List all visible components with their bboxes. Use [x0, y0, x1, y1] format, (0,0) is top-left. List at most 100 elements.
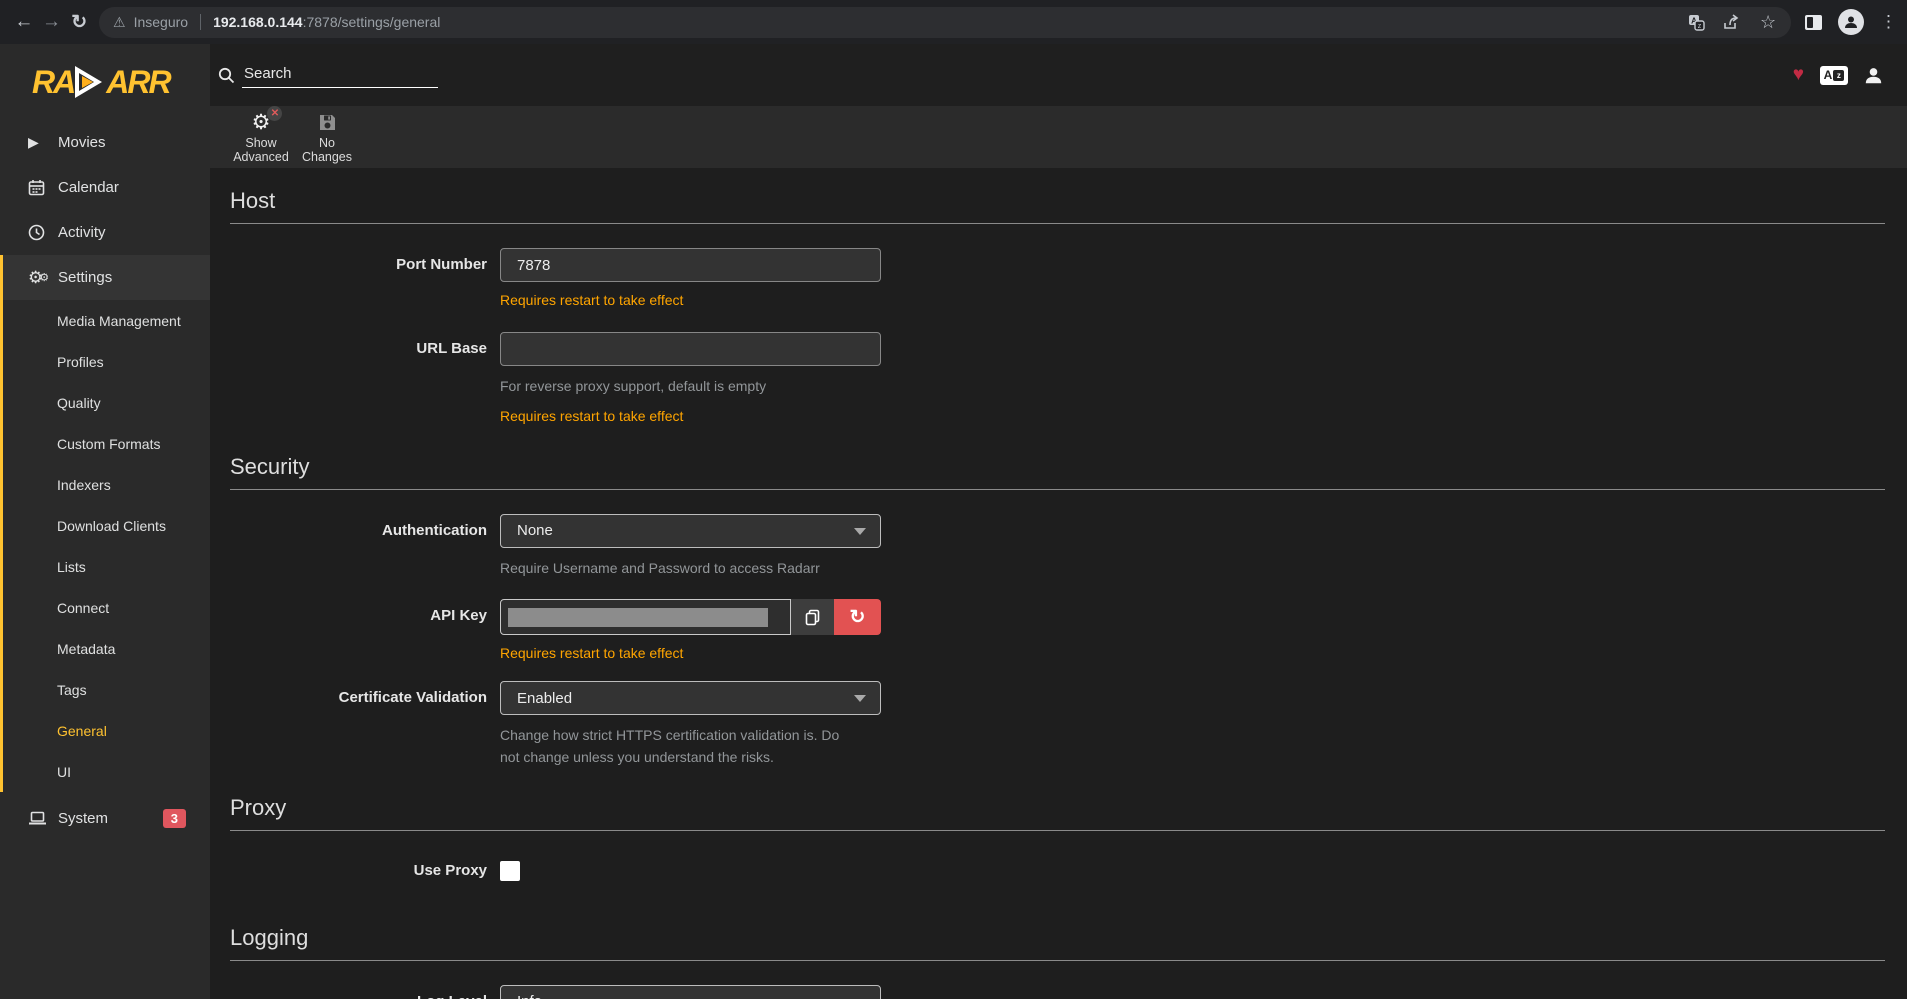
- no-changes-button[interactable]: No Changes: [296, 108, 358, 166]
- back-icon[interactable]: ←: [10, 5, 38, 39]
- log-level-value: Info: [517, 993, 542, 999]
- menu-dots-icon[interactable]: ⋮: [1880, 12, 1897, 32]
- certificate-validation-value: Enabled: [517, 690, 572, 707]
- section-title-security: Security: [230, 454, 1885, 490]
- copy-api-key-button[interactable]: [791, 599, 834, 635]
- address-bar[interactable]: ⚠ Inseguro 192.168.0.144 :7878/settings/…: [99, 7, 1791, 38]
- sidebar-item-label: Calendar: [58, 179, 119, 196]
- sidebar-item-custom-formats[interactable]: Custom Formats: [3, 423, 210, 464]
- sidebar-item-download-clients[interactable]: Download Clients: [3, 505, 210, 546]
- certificate-validation-help: Change how strict HTTPS certification va…: [500, 725, 860, 768]
- sidebar-item-movies[interactable]: ▶ Movies: [0, 120, 210, 165]
- app-header: ♥ Az: [210, 44, 1907, 106]
- share-icon[interactable]: [1723, 13, 1741, 31]
- sidebar-item-profiles[interactable]: Profiles: [3, 341, 210, 382]
- movies-play-icon: ▶: [28, 134, 50, 151]
- not-secure-warning-icon: ⚠: [113, 14, 126, 31]
- regenerate-api-key-button[interactable]: ↻: [834, 599, 881, 635]
- logo-text-right: ARR: [106, 64, 169, 101]
- bookmark-star-icon[interactable]: ☆: [1759, 13, 1777, 31]
- sidebar-item-label: Settings: [58, 269, 112, 286]
- sidebar-item-label: Movies: [58, 134, 106, 151]
- sidebar-item-lists[interactable]: Lists: [3, 546, 210, 587]
- form-row-authentication: Authentication None Require Username and…: [230, 514, 1885, 580]
- donate-heart-icon[interactable]: ♥: [1793, 64, 1804, 86]
- sidebar-item-calendar[interactable]: Calendar: [0, 165, 210, 210]
- sidebar-item-settings[interactable]: ⚙⚙ Settings: [3, 255, 210, 300]
- port-restart-warning: Requires restart to take effect: [500, 292, 881, 308]
- section-title-host: Host: [230, 188, 1885, 224]
- clock-icon: [28, 224, 50, 241]
- sidebar-item-metadata[interactable]: Metadata: [3, 628, 210, 669]
- url-base-help: For reverse proxy support, default is em…: [500, 376, 881, 398]
- form-row-use-proxy: Use Proxy: [230, 861, 1885, 881]
- log-level-label: Log Level: [230, 985, 487, 999]
- form-row-port-number: Port Number Requires restart to take eff…: [230, 248, 1885, 308]
- port-number-label: Port Number: [230, 248, 487, 308]
- show-advanced-button[interactable]: ⚙ ✕ Show Advanced: [230, 108, 292, 166]
- gears-icon: ⚙⚙: [28, 268, 50, 288]
- calendar-icon: [28, 179, 50, 196]
- log-level-select[interactable]: Info: [500, 985, 881, 999]
- sidebar: RA ARR ▶ Movies Calendar Activity ⚙⚙ Set…: [0, 44, 210, 999]
- forward-icon[interactable]: →: [38, 5, 66, 39]
- form-row-url-base: URL Base For reverse proxy support, defa…: [230, 332, 1885, 424]
- play-icon: [75, 64, 105, 100]
- sidebar-item-label: Activity: [58, 224, 106, 241]
- radarr-logo[interactable]: RA ARR: [0, 44, 210, 120]
- api-key-redacted-value: [508, 608, 768, 627]
- sidebar-item-tags[interactable]: Tags: [3, 669, 210, 710]
- profile-avatar-icon[interactable]: [1838, 9, 1864, 35]
- refresh-icon: ↻: [850, 606, 866, 629]
- copy-icon: [805, 609, 820, 626]
- certificate-validation-select[interactable]: Enabled: [500, 681, 881, 715]
- chevron-down-icon: [854, 695, 866, 702]
- browser-toolbar: ← → ↻ ⚠ Inseguro 192.168.0.144 :7878/set…: [0, 0, 1907, 44]
- authentication-label: Authentication: [230, 514, 487, 580]
- omnibox-divider: [200, 14, 201, 30]
- system-badge: 3: [163, 809, 186, 828]
- reload-icon[interactable]: ↻: [65, 5, 93, 39]
- form-row-log-level: Log Level Info: [230, 985, 1885, 999]
- sidebar-item-connect[interactable]: Connect: [3, 587, 210, 628]
- sidebar-item-general[interactable]: General: [3, 710, 210, 751]
- user-icon[interactable]: [1864, 66, 1883, 85]
- use-proxy-label: Use Proxy: [230, 862, 487, 879]
- url-host: 192.168.0.144: [213, 14, 303, 30]
- settings-general-page: Host Port Number Requires restart to tak…: [210, 168, 1907, 999]
- settings-group: ⚙⚙ Settings Media Management Profiles Qu…: [0, 255, 210, 792]
- url-path: :7878/settings/general: [303, 14, 441, 30]
- sidebar-item-media-management[interactable]: Media Management: [3, 300, 210, 341]
- sidebar-item-quality[interactable]: Quality: [3, 382, 210, 423]
- search-input[interactable]: [242, 62, 438, 88]
- svg-text:z: z: [1697, 23, 1701, 30]
- search-icon: [218, 67, 235, 88]
- authentication-help: Require Username and Password to access …: [500, 558, 881, 580]
- chevron-down-icon: [854, 528, 866, 535]
- page-toolbar: ⚙ ✕ Show Advanced No Changes: [210, 106, 1907, 168]
- authentication-value: None: [517, 522, 553, 539]
- security-label: Inseguro: [134, 14, 188, 30]
- logo-text-left: RA: [32, 64, 74, 101]
- url-base-input[interactable]: [500, 332, 881, 366]
- translate-icon[interactable]: Az: [1687, 13, 1705, 31]
- translate-page-icon[interactable]: Az: [1820, 66, 1848, 85]
- use-proxy-checkbox[interactable]: [500, 861, 520, 881]
- sidebar-item-system[interactable]: System 3: [0, 796, 210, 841]
- certificate-validation-label: Certificate Validation: [230, 681, 487, 768]
- sidebar-item-ui[interactable]: UI: [3, 751, 210, 792]
- sidebar-item-label: System: [58, 810, 108, 827]
- api-key-input[interactable]: [500, 599, 791, 635]
- api-key-label: API Key: [230, 599, 487, 661]
- port-number-input[interactable]: [500, 248, 881, 282]
- url-base-restart-warning: Requires restart to take effect: [500, 408, 881, 424]
- side-panel-icon[interactable]: [1805, 15, 1822, 30]
- sidebar-item-activity[interactable]: Activity: [0, 210, 210, 255]
- api-key-restart-warning: Requires restart to take effect: [500, 645, 881, 661]
- x-badge-icon: ✕: [267, 106, 282, 121]
- section-title-logging: Logging: [230, 925, 1885, 961]
- sidebar-item-indexers[interactable]: Indexers: [3, 464, 210, 505]
- form-row-api-key: API Key ↻: [230, 599, 1885, 661]
- laptop-icon: [28, 811, 50, 826]
- authentication-select[interactable]: None: [500, 514, 881, 548]
